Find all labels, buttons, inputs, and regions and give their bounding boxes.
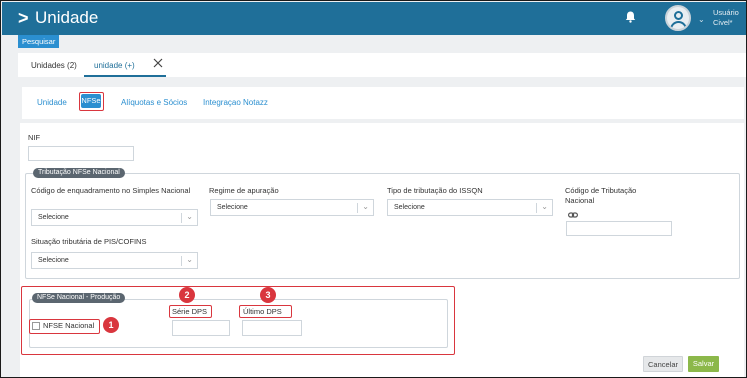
tab-unidade[interactable]: Unidade — [37, 98, 67, 107]
ultimo-dps-label: Último DPS — [243, 307, 282, 316]
tab-nfse-highlight: NFSe — [79, 92, 104, 111]
save-button[interactable]: Salvar — [688, 356, 719, 372]
cancel-button[interactable]: Cancelar — [643, 356, 683, 372]
chevron-down-icon: ⌄ — [362, 202, 369, 211]
tab-nfse[interactable]: NFSe — [81, 94, 101, 108]
tab-integracao-notazz[interactable]: Integraçao Notazz — [203, 98, 268, 107]
ultimo-dps-input[interactable] — [242, 320, 302, 336]
nif-input[interactable] — [28, 146, 134, 161]
nfse-nacional-checkbox[interactable] — [32, 322, 40, 330]
chevron-down-icon: ⌄ — [186, 212, 193, 221]
chevron-down-icon: ⌄ — [186, 255, 193, 264]
regime-select[interactable]: Selecione ⌄ — [210, 199, 374, 216]
chevron-down-icon: ⌄ — [541, 202, 548, 211]
page-title: Unidade — [35, 8, 99, 27]
codigo-simples-select[interactable]: Selecione ⌄ — [31, 209, 198, 226]
chevron-down-icon[interactable]: ⌄ — [698, 15, 705, 24]
tipo-issqn-select[interactable]: Selecione ⌄ — [387, 199, 553, 216]
user-name[interactable]: Usuário Civel* — [713, 8, 739, 28]
search-button[interactable]: Pesquisar — [18, 35, 60, 48]
nif-label: NIF — [28, 133, 41, 142]
tab-unidades[interactable]: Unidades (2) — [31, 61, 77, 70]
bell-icon[interactable] — [625, 11, 636, 23]
codigo-tributacao-input[interactable] — [566, 221, 672, 236]
serie-dps-input[interactable] — [172, 320, 230, 336]
serie-dps-label: Série DPS — [172, 307, 208, 316]
annotation-badge-1: 1 — [103, 317, 119, 333]
regime-label: Regime de apuração — [209, 186, 279, 195]
tab-unidade-new[interactable]: unidade (+) — [94, 61, 135, 70]
tab-aliquotas[interactable]: Alíquotas e Sócios — [121, 98, 187, 107]
link-icon[interactable] — [568, 211, 578, 219]
situacao-label: Situação tributária de PIS/COFINS — [31, 237, 147, 246]
user-avatar-icon[interactable] — [665, 5, 691, 31]
active-tab-indicator — [84, 75, 166, 77]
tributacao-legend: Tributação NFSe Nacional — [33, 168, 125, 178]
tipo-issqn-label: Tipo de tributação do ISSQN — [387, 186, 483, 195]
nfse-form: NIF Tributação NFSe Nacional Código de e… — [20, 123, 744, 377]
codigo-tributacao-label: Código de Tributação Nacional — [565, 186, 637, 205]
annotation-badge-3: 3 — [260, 287, 276, 303]
chevron-right-icon[interactable]: > — [18, 8, 29, 29]
top-tabs: Unidades (2) unidade (+) — [18, 53, 746, 77]
codigo-simples-label: Código de enquadramento no Simples Nacio… — [31, 186, 191, 195]
close-icon[interactable] — [153, 58, 163, 68]
nfse-nacional-label: NFSE Nacional — [43, 321, 95, 330]
inner-tabs: Unidade NFSe Alíquotas e Sócios Integraç… — [22, 87, 744, 119]
situacao-select[interactable]: Selecione ⌄ — [31, 252, 198, 269]
annotation-badge-2: 2 — [179, 287, 195, 303]
app-frame: > Unidade ⌄ Usuário Civel* Pesquisar Uni… — [0, 0, 747, 378]
